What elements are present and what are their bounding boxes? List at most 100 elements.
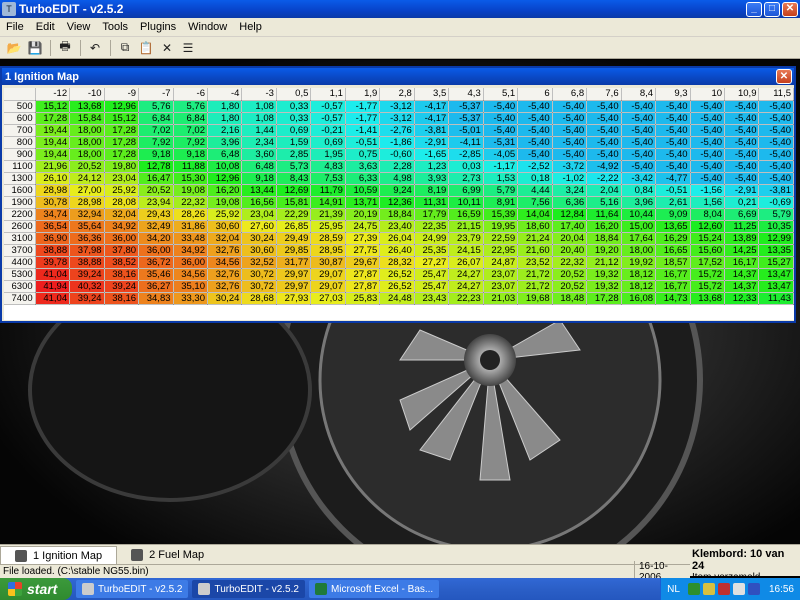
map-cell[interactable]: 29,97 xyxy=(276,268,312,281)
map-cell[interactable]: 14,25 xyxy=(724,244,760,257)
map-cell[interactable]: 21,24 xyxy=(517,232,553,245)
map-cell[interactable]: 21,39 xyxy=(310,208,346,221)
map-cell[interactable]: 24,99 xyxy=(414,232,450,245)
map-cell[interactable]: -2,22 xyxy=(586,172,622,185)
map-cell[interactable]: 6,99 xyxy=(448,184,484,197)
map-cell[interactable]: 28,98 xyxy=(69,196,105,209)
map-cell[interactable]: -4,77 xyxy=(655,172,691,185)
map-cell[interactable]: 15,72 xyxy=(690,280,726,293)
map-cell[interactable]: 6,36 xyxy=(552,196,588,209)
delete-icon[interactable]: ✕ xyxy=(157,39,177,57)
map-cell[interactable]: 15,81 xyxy=(276,196,312,209)
map-cell[interactable]: 20,52 xyxy=(552,280,588,293)
map-cell[interactable]: -5,40 xyxy=(517,112,553,125)
map-cell[interactable]: 32,76 xyxy=(207,280,243,293)
map-cell[interactable]: 16,20 xyxy=(207,184,243,197)
map-cell[interactable]: 18,00 xyxy=(69,148,105,161)
map-cell[interactable]: 36,27 xyxy=(138,280,174,293)
map-cell[interactable]: 16,77 xyxy=(655,268,691,281)
map-cell[interactable]: 0,69 xyxy=(276,124,312,137)
map-cell[interactable]: 4,98 xyxy=(379,172,415,185)
map-cell[interactable]: 30,87 xyxy=(310,256,346,269)
map-cell[interactable]: 21,72 xyxy=(517,268,553,281)
map-cell[interactable]: -5,40 xyxy=(655,160,691,173)
map-cell[interactable]: 24,87 xyxy=(483,256,519,269)
map-cell[interactable]: 1,44 xyxy=(241,124,277,137)
map-cell[interactable]: 2,04 xyxy=(586,184,622,197)
map-cell[interactable]: 6,33 xyxy=(345,172,381,185)
map-cell[interactable]: -5,40 xyxy=(690,172,726,185)
map-cell[interactable]: 3,24 xyxy=(552,184,588,197)
map-cell[interactable]: 3,93 xyxy=(414,172,450,185)
map-cell[interactable]: 34,56 xyxy=(173,268,208,281)
map-cell[interactable]: 12,96 xyxy=(207,172,243,185)
print-icon[interactable]: 🖶 xyxy=(55,39,75,57)
map-cell[interactable]: 27,87 xyxy=(345,268,381,281)
map-cell[interactable]: 2,34 xyxy=(241,136,277,149)
map-cell[interactable]: 39,24 xyxy=(69,268,105,281)
map-cell[interactable]: -5,37 xyxy=(448,112,484,125)
minimize-button[interactable]: _ xyxy=(746,1,762,17)
map-cell[interactable]: 13,35 xyxy=(758,244,794,257)
map-cell[interactable]: -5,40 xyxy=(690,100,726,113)
map-cell[interactable]: 21,72 xyxy=(517,280,553,293)
map-cell[interactable]: 24,48 xyxy=(379,292,415,305)
menu-edit[interactable]: Edit xyxy=(30,21,61,33)
map-cell[interactable]: -5,40 xyxy=(621,124,657,137)
map-cell[interactable]: 18,00 xyxy=(69,124,105,137)
map-cell[interactable]: -5,40 xyxy=(552,112,588,125)
map-cell[interactable]: 38,88 xyxy=(69,256,105,269)
map-cell[interactable]: 20,04 xyxy=(552,232,588,245)
map-cell[interactable]: -4,05 xyxy=(483,148,519,161)
map-cell[interactable]: 18,84 xyxy=(586,232,622,245)
map-cell[interactable]: 1,08 xyxy=(241,100,277,113)
language-indicator[interactable]: NL xyxy=(667,584,680,595)
map-cell[interactable]: 22,29 xyxy=(276,208,312,221)
map-cell[interactable]: -0,69 xyxy=(758,196,794,209)
map-cell[interactable]: -5,40 xyxy=(690,136,726,149)
map-cell[interactable]: 11,79 xyxy=(310,184,346,197)
map-cell[interactable]: 15,60 xyxy=(690,244,726,257)
map-cell[interactable]: -1,77 xyxy=(345,100,381,113)
map-cell[interactable]: 17,28 xyxy=(104,136,140,149)
properties-icon[interactable]: ☰ xyxy=(178,39,198,57)
map-cell[interactable]: 30,60 xyxy=(241,244,277,257)
map-cell[interactable]: 18,60 xyxy=(517,220,553,233)
map-cell[interactable]: 0,21 xyxy=(724,196,760,209)
map-cell[interactable]: -5,40 xyxy=(552,100,588,113)
map-cell[interactable]: -5,40 xyxy=(621,112,657,125)
map-cell[interactable]: 10,44 xyxy=(621,208,657,221)
map-cell[interactable]: 35,46 xyxy=(138,268,174,281)
map-cell[interactable]: -4,92 xyxy=(586,160,622,173)
map-cell[interactable]: 2,16 xyxy=(207,124,243,137)
map-cell[interactable]: 24,27 xyxy=(448,268,484,281)
map-cell[interactable]: 6,84 xyxy=(173,112,208,125)
taskbar-item[interactable]: TurboEDIT - v2.5.2 xyxy=(76,580,189,598)
map-cell[interactable]: 6,48 xyxy=(207,148,243,161)
map-cell[interactable]: 19,80 xyxy=(104,160,140,173)
map-cell[interactable]: -5,40 xyxy=(552,148,588,161)
map-cell[interactable]: -5,40 xyxy=(621,100,657,113)
map-cell[interactable]: 23,04 xyxy=(241,208,277,221)
map-cell[interactable]: 15,27 xyxy=(758,256,794,269)
mdi-close-button[interactable]: ✕ xyxy=(776,69,792,84)
map-cell[interactable]: -5,40 xyxy=(655,148,691,161)
map-cell[interactable]: 1,80 xyxy=(207,112,243,125)
map-cell[interactable]: -5,40 xyxy=(586,112,622,125)
map-cell[interactable]: 35,64 xyxy=(69,220,105,233)
map-cell[interactable]: -5,40 xyxy=(655,112,691,125)
tab-ignition-map[interactable]: 1 Ignition Map xyxy=(0,546,118,564)
map-cell[interactable]: -5,40 xyxy=(758,148,794,161)
map-cell[interactable]: 5,76 xyxy=(138,100,174,113)
map-cell[interactable]: 26,04 xyxy=(379,232,415,245)
map-cell[interactable]: 3,96 xyxy=(207,136,243,149)
map-cell[interactable]: -5,40 xyxy=(586,100,622,113)
map-cell[interactable]: 37,98 xyxy=(69,244,105,257)
map-cell[interactable]: 36,36 xyxy=(69,232,105,245)
map-cell[interactable]: 12,99 xyxy=(758,232,794,245)
map-cell[interactable]: 20,52 xyxy=(69,160,105,173)
map-cell[interactable]: 25,92 xyxy=(207,208,243,221)
map-cell[interactable]: -4,17 xyxy=(414,100,450,113)
map-cell[interactable]: 31,86 xyxy=(173,220,208,233)
map-cell[interactable]: 13,71 xyxy=(345,196,381,209)
